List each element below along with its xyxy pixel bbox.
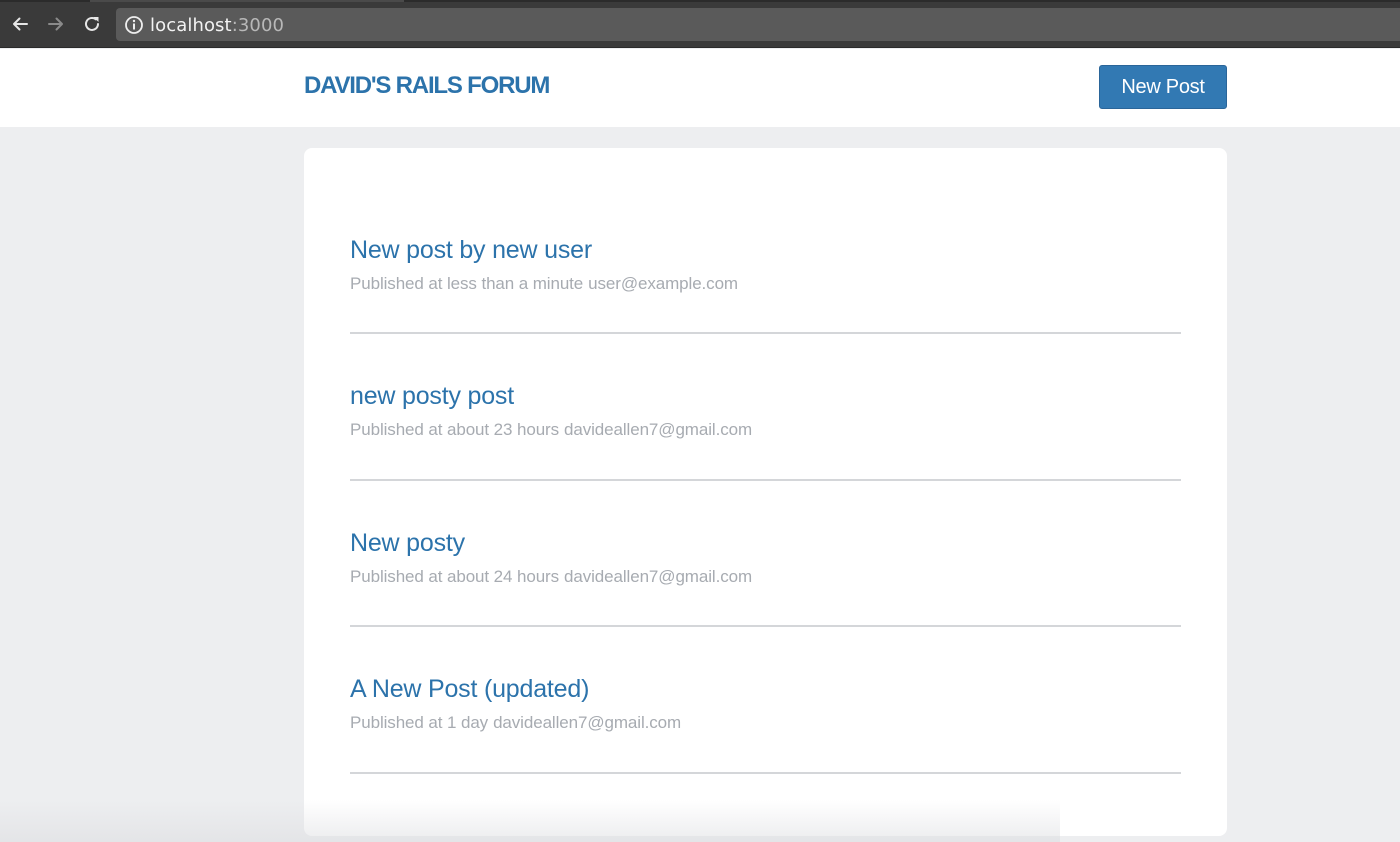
- post-item: new posty post Published at about 23 hou…: [350, 382, 1181, 440]
- info-circle-icon[interactable]: [124, 15, 144, 35]
- address-bar[interactable]: localhost:3000: [116, 8, 1400, 41]
- url-host: localhost: [150, 15, 232, 36]
- arrow-right-icon: [48, 17, 63, 31]
- url-port: :3000: [231, 15, 285, 36]
- reload-button[interactable]: [80, 12, 104, 36]
- arrow-left-icon: [13, 17, 28, 31]
- back-button[interactable]: [8, 12, 32, 36]
- post-author: davideallen7@gmail.com: [564, 420, 753, 439]
- post-meta: Published at about 24 hours davideallen7@…: [350, 567, 1181, 587]
- post-meta: Published at about 23 hours davideallen7@…: [350, 420, 1181, 440]
- post-title-link[interactable]: New posty: [350, 529, 1181, 558]
- post-divider: [350, 479, 1181, 481]
- forward-button[interactable]: [44, 12, 68, 36]
- site-brand[interactable]: DAVID'S RAILS FORUM: [304, 72, 550, 100]
- browser-toolbar: localhost:3000: [0, 0, 1400, 48]
- posts-card: New post by new user Published at less t…: [304, 148, 1227, 836]
- post-title-link[interactable]: A New Post (updated): [350, 675, 1181, 704]
- post-title-link[interactable]: new posty post: [350, 382, 1181, 411]
- post-author: user@example.com: [588, 274, 738, 293]
- post-meta: Published at 1 day davideallen7@gmail.com: [350, 713, 1181, 733]
- post-divider: [350, 332, 1181, 334]
- post-published: Published at about 23 hours: [350, 420, 560, 439]
- address-text[interactable]: localhost:3000: [150, 15, 284, 36]
- new-post-button[interactable]: New Post: [1099, 65, 1227, 109]
- post-published: Published at about 24 hours: [350, 567, 560, 586]
- post-meta: Published at less than a minute user@exam…: [350, 274, 1181, 294]
- post-item: New posty Published at about 24 hours dav…: [350, 529, 1181, 587]
- post-published: Published at less than a minute: [350, 274, 584, 293]
- post-item: A New Post (updated) Published at 1 day d…: [350, 675, 1181, 733]
- post-author: davideallen7@gmail.com: [564, 567, 753, 586]
- post-author: davideallen7@gmail.com: [493, 713, 682, 732]
- post-divider: [350, 625, 1181, 627]
- site-header: DAVID'S RAILS FORUM New Post: [0, 49, 1400, 127]
- post-published: Published at 1 day: [350, 713, 489, 732]
- post-item: New post by new user Published at less t…: [350, 236, 1181, 294]
- reload-icon: [85, 16, 99, 31]
- post-title-link[interactable]: New post by new user: [350, 236, 1181, 265]
- post-divider: [350, 772, 1181, 774]
- active-tab-edge: [90, 0, 404, 2]
